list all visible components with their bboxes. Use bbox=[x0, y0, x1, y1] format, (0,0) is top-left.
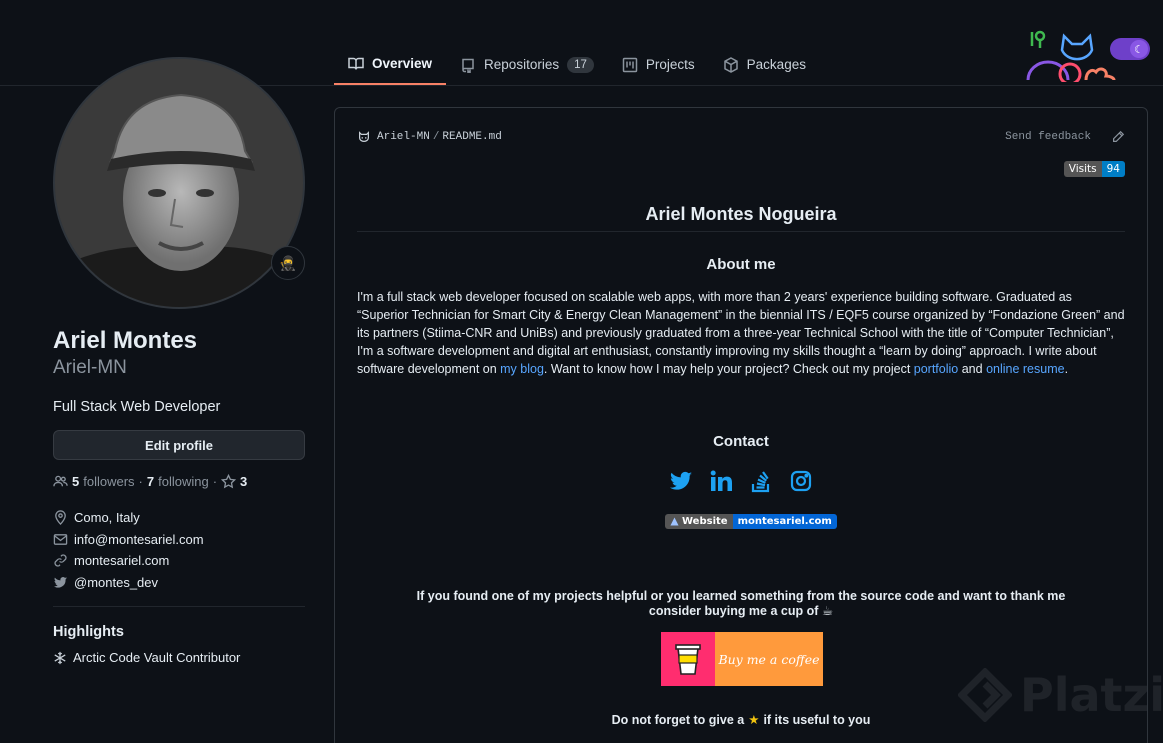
email-link[interactable]: info@montesariel.com bbox=[74, 532, 204, 547]
location-icon bbox=[55, 510, 66, 526]
about-text-end: . bbox=[1064, 362, 1069, 376]
visits-label: Visits bbox=[1063, 161, 1102, 177]
resume-link[interactable]: online resume bbox=[986, 362, 1065, 376]
package-icon bbox=[723, 56, 738, 73]
avatar-portrait-icon bbox=[55, 59, 303, 307]
profile-website[interactable]: montesariel.com bbox=[53, 550, 305, 572]
star-reminder-before: Do not forget to give a bbox=[611, 713, 745, 727]
website-badge-label-part: Website bbox=[665, 514, 733, 529]
stars-count[interactable]: 3 bbox=[240, 474, 247, 489]
thanks-line-2: consider buying me a cup of ☕ bbox=[648, 604, 834, 618]
project-icon bbox=[622, 57, 638, 72]
followers-count[interactable]: 5 bbox=[72, 474, 79, 489]
following-count[interactable]: 7 bbox=[147, 474, 154, 489]
tab-packages[interactable]: Packages bbox=[709, 44, 820, 85]
follow-stats: 5 followers · 7 following · 3 bbox=[53, 474, 305, 489]
coffee-label: Buy me a coffee bbox=[715, 632, 823, 686]
send-feedback-link[interactable]: Send feedback bbox=[1005, 131, 1091, 143]
people-icon bbox=[53, 475, 68, 487]
contact-heading: Contact bbox=[713, 433, 769, 450]
readme-path[interactable]: Ariel-MN / README.md bbox=[377, 131, 502, 143]
platzi-logo-icon bbox=[958, 668, 1012, 722]
linkedin-social-icon[interactable] bbox=[708, 468, 734, 494]
avatar-container: 🥷 bbox=[53, 57, 305, 309]
tab-projects[interactable]: Projects bbox=[608, 44, 709, 85]
highlight-label: Arctic Code Vault Contributor bbox=[73, 650, 241, 665]
tab-packages-label: Packages bbox=[746, 57, 806, 72]
website-badge[interactable]: Website montesariel.com bbox=[665, 514, 837, 529]
visits-count: 94 bbox=[1101, 161, 1125, 177]
tab-overview[interactable]: Overview bbox=[334, 44, 447, 85]
avatar[interactable] bbox=[53, 57, 305, 309]
theme-toggle[interactable]: ☾ bbox=[1110, 38, 1150, 60]
profile-login: Ariel-MN bbox=[53, 357, 127, 378]
about-text-and: and bbox=[958, 362, 987, 376]
snowflake-icon bbox=[54, 651, 66, 664]
tab-overview-label: Overview bbox=[372, 56, 433, 71]
octocat-icon bbox=[359, 131, 369, 142]
edit-profile-button[interactable]: Edit profile bbox=[53, 430, 305, 460]
website-badge-value: montesariel.com bbox=[732, 514, 837, 529]
readme-file[interactable]: README.md bbox=[442, 131, 501, 143]
highlights-title: Highlights bbox=[53, 624, 124, 640]
platzi-watermark: Platzi bbox=[958, 668, 1163, 722]
followers-label[interactable]: followers bbox=[83, 474, 134, 489]
star-emoji-icon: ★ bbox=[748, 713, 760, 727]
octocat-mascot-icon bbox=[1026, 30, 1116, 82]
triangle-logo-icon bbox=[670, 517, 679, 526]
readme-header: Ariel-MN / README.md Send feedback bbox=[357, 130, 1125, 144]
visits-badge: Visits 94 bbox=[1063, 161, 1125, 177]
mail-icon bbox=[53, 533, 68, 545]
social-links bbox=[335, 468, 1147, 494]
moon-icon: ☾ bbox=[1130, 40, 1148, 58]
twitter-icon bbox=[53, 576, 68, 588]
about-text-2: . Want to know how I may help your proje… bbox=[543, 362, 914, 376]
buy-me-a-coffee-button[interactable]: Buy me a coffee bbox=[661, 632, 823, 686]
profile-email[interactable]: info@montesariel.com bbox=[53, 529, 305, 551]
repositories-count-badge: 17 bbox=[567, 56, 594, 73]
readme-owner[interactable]: Ariel-MN bbox=[377, 131, 430, 143]
portfolio-link[interactable]: portfolio bbox=[914, 362, 958, 376]
twitter-handle[interactable]: @montes_dev bbox=[74, 575, 158, 590]
book-icon bbox=[348, 57, 364, 70]
readme-box: Ariel-MN / README.md Send feedback Visits … bbox=[334, 107, 1148, 743]
thanks-message: If you found one of my projects helpful … bbox=[395, 589, 1087, 619]
profile-location: Como, Italy bbox=[53, 507, 305, 529]
location-text: Como, Italy bbox=[74, 510, 140, 526]
instagram-social-icon[interactable] bbox=[788, 468, 814, 494]
link-icon bbox=[54, 554, 67, 567]
following-label[interactable]: following bbox=[158, 474, 209, 489]
profile-bio: Full Stack Web Developer bbox=[53, 399, 221, 415]
sidebar-divider bbox=[53, 606, 305, 607]
stackoverflow-social-icon[interactable] bbox=[748, 468, 774, 494]
star-reminder-after: if its useful to you bbox=[763, 713, 871, 727]
blog-link[interactable]: my blog bbox=[500, 362, 544, 376]
twitter-social-icon[interactable] bbox=[668, 468, 694, 494]
tab-projects-label: Projects bbox=[645, 57, 695, 72]
pencil-icon[interactable] bbox=[1111, 130, 1125, 144]
profile-details: Como, Italy info@montesariel.com montesa… bbox=[53, 507, 305, 593]
profile-fullname: Ariel Montes bbox=[53, 327, 198, 354]
star-icon bbox=[221, 474, 237, 489]
repo-icon bbox=[462, 58, 474, 73]
profile-tabs: Overview Repositories 17 Projects Packag… bbox=[334, 44, 820, 86]
coffee-cup-icon bbox=[661, 632, 715, 686]
profile-twitter[interactable]: @montes_dev bbox=[53, 572, 305, 594]
about-paragraph: I'm a full stack web developer focused o… bbox=[357, 288, 1125, 378]
readme-title: Ariel Montes Nogueira bbox=[357, 204, 1125, 232]
tab-repositories[interactable]: Repositories 17 bbox=[446, 44, 608, 85]
status-ninja-icon[interactable]: 🥷 bbox=[271, 246, 305, 280]
highlight-arctic-vault[interactable]: Arctic Code Vault Contributor bbox=[53, 650, 305, 665]
tab-repositories-label: Repositories bbox=[484, 57, 560, 72]
about-heading: About me bbox=[706, 256, 776, 273]
website-badge-label: Website bbox=[682, 516, 728, 527]
profile-sidebar: 🥷 Ariel Montes Ariel-MN Full Stack Web D… bbox=[53, 57, 305, 665]
website-link[interactable]: montesariel.com bbox=[74, 553, 169, 568]
watermark-text: Platzi bbox=[1020, 668, 1163, 722]
thanks-line-1: If you found one of my projects helpful … bbox=[416, 589, 1066, 603]
